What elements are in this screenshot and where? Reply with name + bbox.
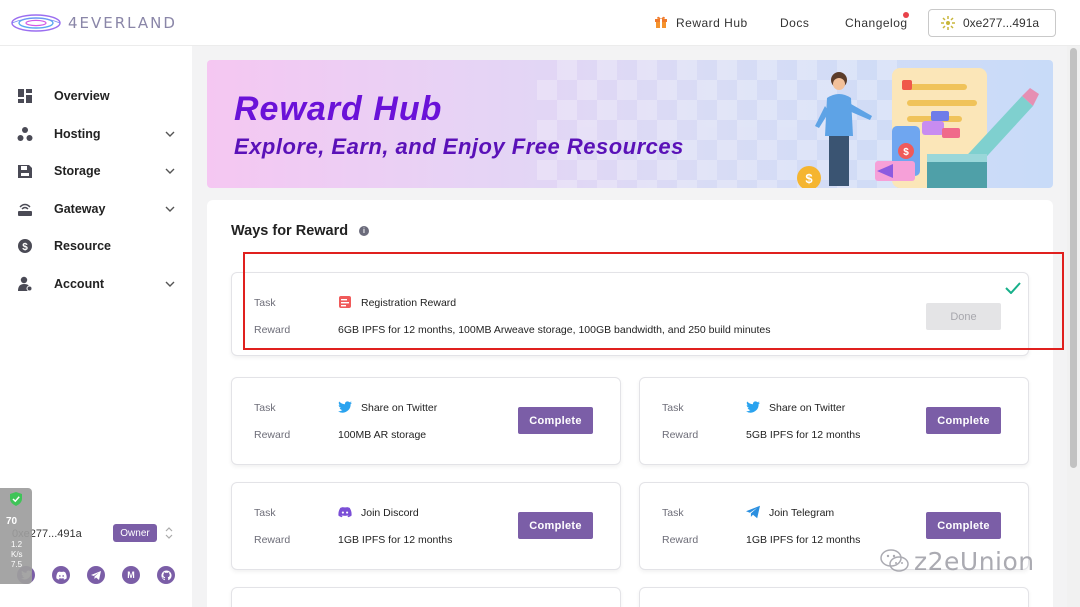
logo-text: 4EVERLAND (68, 14, 177, 32)
reward-value: 1GB IPFS for 12 months (746, 534, 861, 546)
complete-button[interactable]: Complete (926, 512, 1001, 539)
watermark: z2eUnion (880, 544, 1035, 578)
logo-mark-icon (11, 14, 61, 32)
banner-title: Reward Hub (234, 90, 443, 128)
changelog-notification-dot (903, 12, 909, 18)
github-icon[interactable] (157, 566, 175, 584)
chevron-down-icon (165, 281, 175, 287)
shield-icon (10, 492, 22, 506)
sidebar-item-label: Gateway (54, 202, 106, 216)
sidebar-item-gateway[interactable]: Gateway (0, 195, 192, 223)
user-gear-icon (18, 276, 33, 292)
owner-badge: Owner (113, 524, 157, 542)
perf-line1: 1.2 (11, 540, 23, 549)
task-name: Join Telegram (769, 507, 835, 519)
wallet-button[interactable]: 0xe277...491a (928, 9, 1056, 37)
top-header: 4EVERLAND Reward Hub Docs Changelog 0xe2… (0, 0, 1080, 46)
sidebar-item-resource[interactable]: $ Resource (0, 232, 192, 260)
svg-text:$: $ (22, 242, 28, 253)
vertical-scrollbar[interactable] (1067, 46, 1080, 607)
reward-label: Reward (254, 534, 291, 546)
perf-score: 70 (6, 516, 18, 527)
task-label: Task (662, 402, 684, 414)
reward-card-twitter-ar: Task Share on Twitter Reward 100MB AR st… (231, 377, 621, 465)
telegram-icon[interactable] (87, 566, 105, 584)
gift-icon (655, 16, 667, 28)
watermark-text: z2eUnion (914, 546, 1035, 576)
router-icon (18, 203, 32, 216)
chevron-updown-icon[interactable] (164, 525, 174, 541)
disk-icon (18, 165, 32, 178)
reward-card-partial (639, 587, 1029, 607)
scroll-thumb[interactable] (1070, 48, 1077, 468)
twitter-icon (338, 401, 352, 413)
task-name: Share on Twitter (769, 402, 846, 414)
logo[interactable]: 4EVERLAND (10, 10, 177, 36)
reward-card-twitter-ipfs: Task Share on Twitter Reward 5GB IPFS fo… (639, 377, 1029, 465)
chevron-down-icon (165, 206, 175, 212)
discord-icon[interactable] (52, 566, 70, 584)
wallet-address: 0xe277...491a (963, 16, 1040, 30)
nav-docs[interactable]: Docs (780, 16, 809, 30)
nav-reward-hub[interactable]: Reward Hub (676, 16, 748, 30)
sidebar-item-label: Overview (54, 89, 110, 103)
nav-changelog[interactable]: Changelog (845, 16, 908, 30)
reward-label: Reward (662, 429, 699, 441)
medium-icon[interactable]: M (122, 566, 140, 584)
info-icon[interactable]: i (359, 226, 369, 236)
task-name: Share on Twitter (361, 402, 438, 414)
twitter-icon (746, 401, 760, 413)
telegram-icon (746, 505, 760, 519)
reward-value: 1GB IPFS for 12 months (338, 534, 453, 546)
sidebar-item-storage[interactable]: Storage (0, 157, 192, 185)
complete-button[interactable]: Complete (518, 407, 593, 434)
sidebar-item-label: Account (54, 277, 104, 291)
reward-card-discord: Task Join Discord Reward 1GB IPFS for 12… (231, 482, 621, 570)
sidebar-item-account[interactable]: Account (0, 270, 192, 298)
reward-value: 100MB AR storage (338, 429, 427, 441)
banner-subtitle: Explore, Earn, and Enjoy Free Resources (234, 134, 684, 159)
chevron-down-icon (165, 168, 175, 174)
task-label: Task (254, 507, 276, 519)
reward-card-partial (231, 587, 621, 607)
complete-button[interactable]: Complete (926, 407, 1001, 434)
sidebar-item-hosting[interactable]: Hosting (0, 120, 192, 148)
reward-label: Reward (662, 534, 699, 546)
sidebar-item-label: Resource (54, 239, 111, 253)
highlight-annotation (243, 252, 1064, 350)
perf-line2: K/s (11, 550, 23, 559)
reward-label: Reward (254, 429, 291, 441)
sidebar-item-label: Hosting (54, 127, 101, 141)
perf-line3: 7.5 (11, 560, 23, 569)
task-name: Join Discord (361, 507, 419, 519)
complete-button[interactable]: Complete (518, 512, 593, 539)
reward-value: 5GB IPFS for 12 months (746, 429, 861, 441)
banner-illustration: $ $ (797, 68, 1039, 188)
chevron-down-icon (165, 131, 175, 137)
sidebar-item-label: Storage (54, 164, 101, 178)
wechat-icon (880, 549, 909, 572)
svg-text:$: $ (903, 147, 909, 158)
nodes-icon (17, 127, 33, 141)
grid-icon (18, 89, 32, 103)
svg-text:$: $ (805, 171, 813, 186)
section-title: Ways for Reward (231, 223, 349, 239)
sidebar-item-overview[interactable]: Overview (0, 82, 192, 110)
dollar-icon: $ (18, 239, 32, 253)
reward-hub-banner: Reward Hub Explore, Earn, and Enjoy Free… (207, 60, 1053, 188)
performance-widget[interactable]: 70 1.2 K/s 7.5 (0, 488, 32, 584)
task-label: Task (254, 402, 276, 414)
task-label: Task (662, 507, 684, 519)
discord-icon (338, 507, 352, 518)
wallet-avatar-icon (941, 16, 955, 30)
